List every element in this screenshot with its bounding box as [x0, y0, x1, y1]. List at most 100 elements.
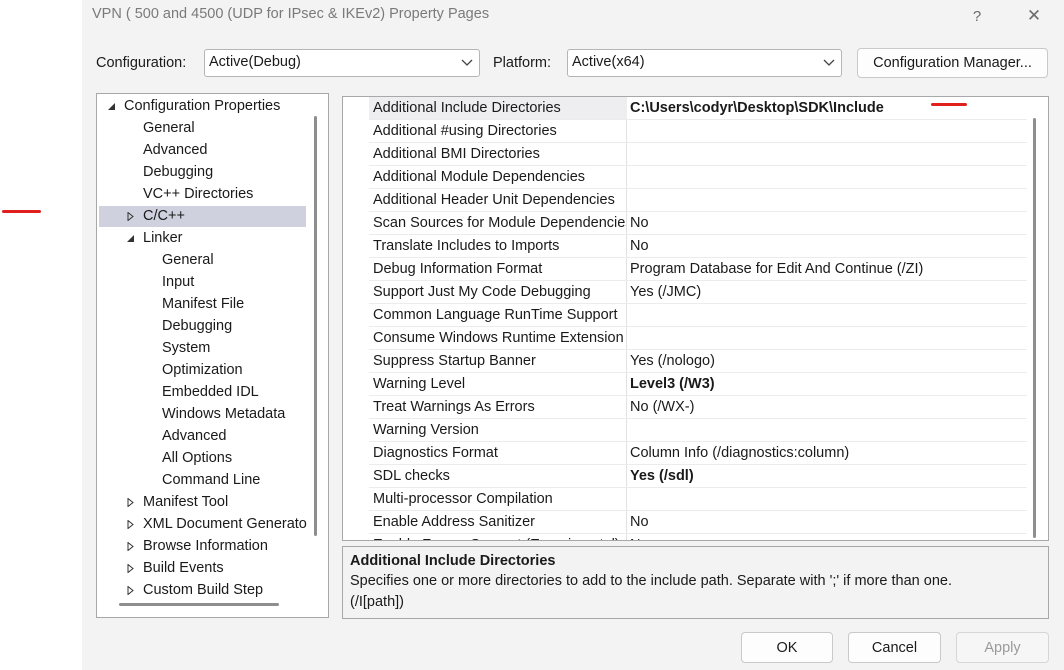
property-value[interactable]: No (/WX-) — [630, 399, 694, 415]
property-row[interactable]: Translate Includes to Imports No — [343, 235, 1027, 258]
tree-horizontal-scrollbar[interactable] — [119, 603, 279, 606]
property-row[interactable]: Warning Level Level3 (/W3) — [343, 373, 1027, 396]
tree-item[interactable]: General — [99, 250, 311, 271]
collapsed-triangle-icon[interactable] — [125, 580, 135, 601]
platform-dropdown[interactable]: Active(x64) — [567, 49, 842, 77]
property-pages-dialog: VPN ( 500 and 4500 (UDP for IPsec & IKEv… — [82, 0, 1064, 670]
tree-item-label: Debugging — [162, 318, 233, 334]
property-row[interactable]: Common Language RunTime Support — [343, 304, 1027, 327]
close-button[interactable]: ✕ — [1012, 0, 1056, 32]
property-row[interactable]: Multi-processor Compilation — [343, 488, 1027, 511]
property-row[interactable]: Additional Module Dependencies — [343, 166, 1027, 189]
property-value[interactable]: No — [630, 215, 649, 231]
tree-item[interactable]: Configuration Properties — [99, 96, 311, 117]
property-value[interactable]: No — [630, 238, 649, 254]
collapsed-triangle-icon[interactable] — [125, 536, 135, 557]
tree-item-label: Manifest Tool — [143, 494, 229, 510]
property-value[interactable]: Yes (/JMC) — [630, 284, 701, 300]
tree-item[interactable]: C/C++ — [99, 206, 306, 227]
property-row[interactable]: Support Just My Code Debugging Yes (/JMC) — [343, 281, 1027, 304]
property-row[interactable]: Scan Sources for Module Dependencies No — [343, 212, 1027, 235]
apply-button[interactable]: Apply — [956, 632, 1049, 663]
property-value[interactable]: Yes (/nologo) — [630, 353, 715, 369]
property-grid[interactable]: Additional Include Directories C:\Users\c… — [342, 96, 1049, 541]
ok-button[interactable]: OK — [741, 632, 833, 663]
property-value[interactable]: Level3 (/W3) — [630, 376, 715, 392]
tree-item[interactable]: Embedded IDL — [99, 382, 311, 403]
tree-item-label: Advanced — [162, 428, 227, 444]
description-panel: Additional Include Directories Specifies… — [342, 546, 1049, 619]
tree-item[interactable]: VC++ Directories — [99, 184, 311, 205]
property-tree[interactable]: Configuration Properties General Advanced D… — [96, 93, 329, 618]
property-row[interactable]: Suppress Startup Banner Yes (/nologo) — [343, 350, 1027, 373]
tree-item[interactable]: General — [99, 118, 311, 139]
property-name: Warning Version — [373, 422, 479, 438]
tree-item[interactable]: XML Document Generato — [99, 514, 311, 535]
property-row[interactable]: Additional Header Unit Dependencies — [343, 189, 1027, 212]
tree-item[interactable]: Linker — [99, 228, 311, 249]
property-value[interactable]: No — [630, 537, 649, 540]
tree-item[interactable]: Windows Metadata — [99, 404, 311, 425]
property-value[interactable]: Program Database for Edit And Continue (… — [630, 261, 923, 277]
property-name: Treat Warnings As Errors — [373, 399, 535, 415]
tree-item[interactable]: Debugging — [99, 316, 311, 337]
property-row[interactable]: Debug Information Format Program Database… — [343, 258, 1027, 281]
collapsed-triangle-icon[interactable] — [125, 514, 135, 535]
tree-item[interactable]: Custom Build Step — [99, 580, 311, 601]
property-name: Warning Level — [373, 376, 466, 392]
chevron-down-icon — [461, 53, 473, 71]
tree-item-label: System — [162, 340, 211, 356]
property-row[interactable]: Treat Warnings As Errors No (/WX-) — [343, 396, 1027, 419]
property-row[interactable]: Enable Fuzzer Support (Experimental) No — [343, 534, 1027, 540]
cancel-button[interactable]: Cancel — [848, 632, 941, 663]
tree-item[interactable]: Debugging — [99, 162, 311, 183]
annotation-mark-include — [931, 103, 967, 106]
property-row[interactable]: Consume Windows Runtime Extension — [343, 327, 1027, 350]
help-button[interactable]: ? — [955, 0, 999, 32]
property-name: Common Language RunTime Support — [373, 307, 618, 323]
tree-item[interactable]: Browse Information — [99, 536, 311, 557]
property-value[interactable]: Yes (/sdl) — [630, 468, 694, 484]
property-name: Consume Windows Runtime Extension — [373, 330, 624, 346]
property-row[interactable]: Enable Address Sanitizer No — [343, 511, 1027, 534]
tree-item[interactable]: Optimization — [99, 360, 311, 381]
tree-item[interactable]: Build Events — [99, 558, 311, 579]
tree-item[interactable]: System — [99, 338, 311, 359]
tree-item-label: Embedded IDL — [162, 384, 259, 400]
property-name: Enable Address Sanitizer — [373, 514, 536, 530]
configuration-label: Configuration: — [96, 55, 187, 71]
property-row[interactable]: Diagnostics Format Column Info (/diagnost… — [343, 442, 1027, 465]
property-row[interactable]: Additional Include Directories C:\Users\c… — [343, 97, 1027, 120]
tree-item-label: Advanced — [143, 142, 208, 158]
collapsed-triangle-icon[interactable] — [125, 558, 135, 579]
property-row[interactable]: Additional #using Directories — [343, 120, 1027, 143]
configuration-dropdown[interactable]: Active(Debug) — [204, 49, 480, 77]
tree-item[interactable]: Input — [99, 272, 311, 293]
property-row[interactable]: SDL checks Yes (/sdl) — [343, 465, 1027, 488]
property-value[interactable]: No — [630, 514, 649, 530]
tree-item[interactable]: Advanced — [99, 426, 311, 447]
tree-vertical-scrollbar[interactable] — [314, 116, 317, 536]
cancel-label: Cancel — [871, 639, 918, 656]
collapsed-triangle-icon[interactable] — [125, 206, 135, 227]
property-row[interactable]: Additional BMI Directories — [343, 143, 1027, 166]
grid-vertical-scrollbar[interactable] — [1033, 118, 1036, 538]
tree-item[interactable]: Manifest Tool — [99, 492, 311, 513]
property-value[interactable]: C:\Users\codyr\Desktop\SDK\Include — [630, 100, 884, 116]
collapsed-triangle-icon[interactable] — [125, 492, 135, 513]
property-name: Multi-processor Compilation — [373, 491, 553, 507]
expanded-triangle-icon[interactable] — [106, 96, 116, 117]
expanded-triangle-icon[interactable] — [125, 228, 135, 249]
property-value[interactable]: Column Info (/diagnostics:column) — [630, 445, 849, 461]
title-bar: VPN ( 500 and 4500 (UDP for IPsec & IKEv… — [82, 0, 1064, 32]
tree-item[interactable]: Manifest File — [99, 294, 311, 315]
configuration-manager-button[interactable]: Configuration Manager... — [857, 48, 1048, 78]
tree-item[interactable]: All Options — [99, 448, 311, 469]
tree-item-label: XML Document Generato — [143, 516, 307, 532]
property-row[interactable]: Warning Version — [343, 419, 1027, 442]
tree-item[interactable]: Command Line — [99, 470, 311, 491]
platform-value: Active(x64) — [572, 54, 645, 70]
ok-label: OK — [776, 639, 798, 656]
tree-item-label: Command Line — [162, 472, 261, 488]
tree-item[interactable]: Advanced — [99, 140, 311, 161]
